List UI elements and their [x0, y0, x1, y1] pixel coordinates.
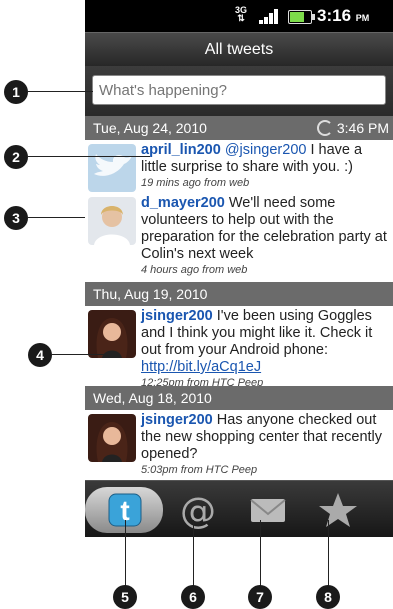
user-avatar[interactable]: [88, 197, 136, 245]
leader-line: [52, 354, 119, 355]
refresh-icon[interactable]: [316, 120, 333, 136]
tweet-content: d_mayer200 We'll need some volunteers to…: [141, 195, 391, 277]
date-header-label: Wed, Aug 18, 2010: [93, 390, 212, 406]
tab-favorites[interactable]: [303, 487, 373, 533]
leader-line: [28, 91, 93, 92]
leader-line: [28, 156, 150, 157]
battery-icon: [288, 10, 315, 24]
compose-bar: [85, 66, 393, 116]
clock-ampm: PM: [355, 13, 370, 23]
tweet-author[interactable]: jsinger200: [141, 308, 213, 324]
refresh-status[interactable]: 3:46 PM: [316, 116, 389, 140]
tweet-author[interactable]: d_mayer200: [141, 195, 225, 211]
tweet-meta: 19 mins ago from web: [141, 177, 250, 189]
tweet-meta: 5:03pm from HTC Peep: [141, 464, 258, 476]
callout-7: 7: [248, 585, 272, 609]
date-header: Tue, Aug 24, 2010 3:46 PM: [85, 116, 393, 140]
clock-time: 3:16: [317, 6, 352, 25]
date-header-label: Thu, Aug 19, 2010: [93, 286, 208, 302]
tab-direct-messages[interactable]: [233, 487, 303, 533]
page-title: All tweets: [85, 32, 393, 67]
twitter-bird-icon: t: [108, 493, 142, 527]
tweet-mention[interactable]: @jsinger200: [225, 142, 307, 158]
tweet-author[interactable]: april_lin200: [141, 142, 221, 158]
date-header: Thu, Aug 19, 2010: [85, 282, 393, 306]
star-icon: [319, 493, 357, 527]
tweet-item[interactable]: april_lin200 @jsinger200 I have a little…: [85, 140, 393, 194]
callout-8: 8: [316, 585, 340, 609]
callout-5: 5: [113, 585, 137, 609]
phone-screen: 3G⇅ 3:16 PM All tweets Tue, Aug 24, 2010…: [85, 0, 393, 537]
callout-2: 2: [4, 145, 28, 169]
tweet-meta: 4 hours ago from web: [141, 264, 248, 276]
tab-all-tweets[interactable]: t: [85, 487, 163, 533]
tweet-item[interactable]: jsinger200 I've been using Goggles and I…: [85, 306, 393, 390]
leader-line: [125, 520, 126, 586]
tweet-content: jsinger200 Has anyone checked out the ne…: [141, 412, 391, 477]
bottom-tab-bar: t @: [85, 480, 393, 537]
leader-line: [260, 520, 261, 586]
whats-happening-input[interactable]: [92, 75, 386, 105]
tweet-item[interactable]: d_mayer200 We'll need some volunteers to…: [85, 193, 393, 283]
callout-1: 1: [4, 80, 28, 104]
svg-text:@: @: [180, 491, 216, 532]
tweet-content: april_lin200 @jsinger200 I have a little…: [141, 142, 391, 190]
status-bar: 3G ⇅ 3:16 PM: [85, 0, 393, 32]
tweet-author[interactable]: jsinger200: [141, 412, 213, 428]
at-sign-icon: @: [180, 491, 216, 532]
leader-line: [328, 520, 329, 586]
callout-6: 6: [181, 585, 205, 609]
date-header: Wed, Aug 18, 2010: [85, 386, 393, 410]
default-twitter-avatar[interactable]: [88, 144, 136, 192]
tweet-item[interactable]: jsinger200 Has anyone checked out the ne…: [85, 410, 393, 481]
status-clock: 3:16 PM: [317, 6, 369, 26]
tab-mentions[interactable]: @: [163, 487, 233, 533]
refresh-time: 3:46 PM: [336, 120, 389, 136]
tweet-link[interactable]: http://bit.ly/aCq1eJ: [141, 359, 261, 375]
network-3g-icon: 3G ⇅: [235, 5, 248, 23]
tweet-content: jsinger200 I've been using Goggles and I…: [141, 308, 391, 390]
user-avatar[interactable]: [88, 310, 136, 358]
callout-3: 3: [4, 206, 28, 230]
user-avatar[interactable]: [88, 414, 136, 462]
leader-line: [193, 520, 194, 586]
callout-4: 4: [28, 343, 52, 367]
leader-line: [28, 217, 85, 218]
envelope-icon: [250, 499, 286, 522]
network-label: 3G: [235, 5, 248, 15]
date-header-label: Tue, Aug 24, 2010: [93, 120, 207, 136]
signal-strength-icon: [259, 8, 281, 24]
